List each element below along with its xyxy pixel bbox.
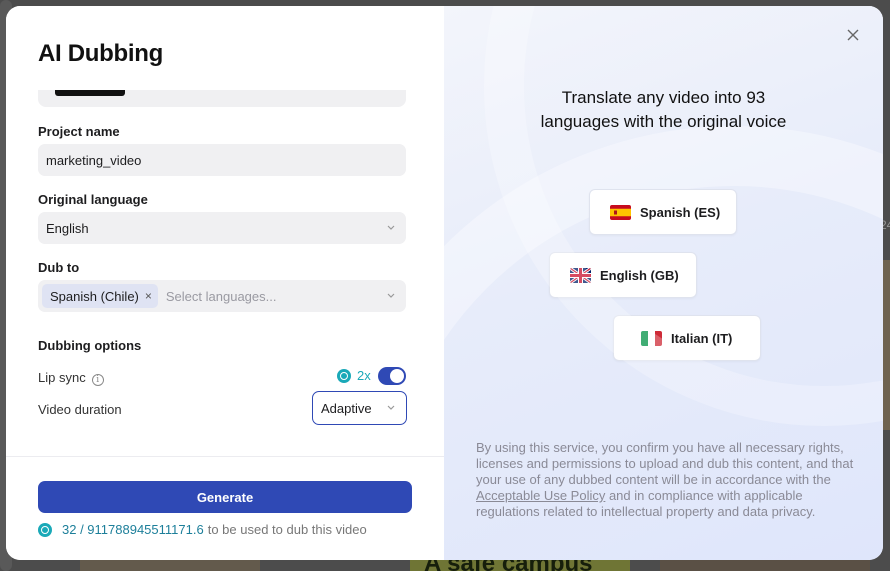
acceptable-use-policy-link[interactable]: Acceptable Use Policy	[476, 488, 605, 503]
headline-line-2: languages with the original voice	[540, 112, 787, 131]
ai-dubbing-modal: AI Dubbing Project name marketing_video …	[6, 6, 883, 560]
promo-panel: Translate any video into 93 languages wi…	[444, 6, 883, 560]
original-language-value: English	[46, 220, 89, 236]
video-duration-value: Adaptive	[321, 400, 372, 416]
chevron-down-icon	[386, 402, 396, 412]
video-thumbnail	[55, 90, 125, 96]
credits-value: 32 / 911788945511171.6	[62, 522, 204, 537]
legal-text-before: By using this service, you confirm you h…	[476, 440, 854, 487]
dub-to-multiselect[interactable]: Spanish (Chile) × Select languages...	[38, 280, 406, 312]
project-name-input[interactable]: marketing_video	[38, 144, 406, 176]
lip-sync-row: Lip sync i	[38, 370, 408, 386]
project-name-label: Project name	[38, 124, 120, 139]
promo-headline: Translate any video into 93 languages wi…	[444, 86, 883, 134]
spain-flag-icon	[610, 204, 631, 220]
lip-sync-toggle[interactable]	[378, 367, 406, 385]
dubbing-form-panel: AI Dubbing Project name marketing_video …	[6, 6, 444, 560]
video-upload-preview[interactable]	[38, 90, 406, 107]
credits-suffix: to be used to dub this video	[207, 522, 367, 537]
credits-info: 32 / 911788945511171.6 to be used to dub…	[38, 522, 367, 537]
project-name-value: marketing_video	[46, 152, 142, 168]
toggle-knob	[390, 369, 404, 383]
legal-disclaimer: By using this service, you confirm you h…	[476, 440, 856, 520]
video-duration-select[interactable]: Adaptive	[312, 391, 407, 425]
close-icon[interactable]	[844, 26, 862, 44]
lip-sync-label: Lip sync	[38, 370, 86, 385]
selected-language-chip: Spanish (Chile) ×	[42, 284, 158, 308]
chevron-down-icon	[386, 222, 396, 232]
generate-button[interactable]: Generate	[38, 481, 412, 513]
credit-icon	[38, 522, 52, 537]
language-card-english: English (GB)	[549, 252, 697, 298]
original-language-label: Original language	[38, 192, 148, 207]
headline-line-1: Translate any video into 93	[561, 88, 766, 107]
language-card-spanish: Spanish (ES)	[589, 189, 737, 235]
remove-chip-icon[interactable]: ×	[145, 289, 152, 303]
language-card-italian: Italian (IT)	[613, 315, 761, 361]
dub-to-placeholder: Select languages...	[165, 288, 277, 304]
language-card-label: Spanish (ES)	[640, 204, 721, 220]
original-language-select[interactable]: English	[38, 212, 406, 244]
credit-icon	[337, 369, 351, 383]
dub-to-label: Dub to	[38, 260, 80, 275]
lip-sync-credit-multiplier: 2x	[357, 368, 371, 383]
footer-divider	[6, 456, 444, 457]
modal-title: AI Dubbing	[38, 40, 163, 67]
language-card-label: Italian (IT)	[671, 330, 733, 346]
info-icon[interactable]: i	[91, 374, 104, 386]
dubbing-options-heading: Dubbing options	[38, 338, 142, 353]
language-card-label: English (GB)	[600, 267, 679, 283]
italy-flag-icon	[641, 330, 662, 346]
uk-flag-icon	[570, 267, 591, 283]
chevron-down-icon	[386, 290, 396, 300]
chip-label: Spanish (Chile)	[50, 288, 139, 304]
